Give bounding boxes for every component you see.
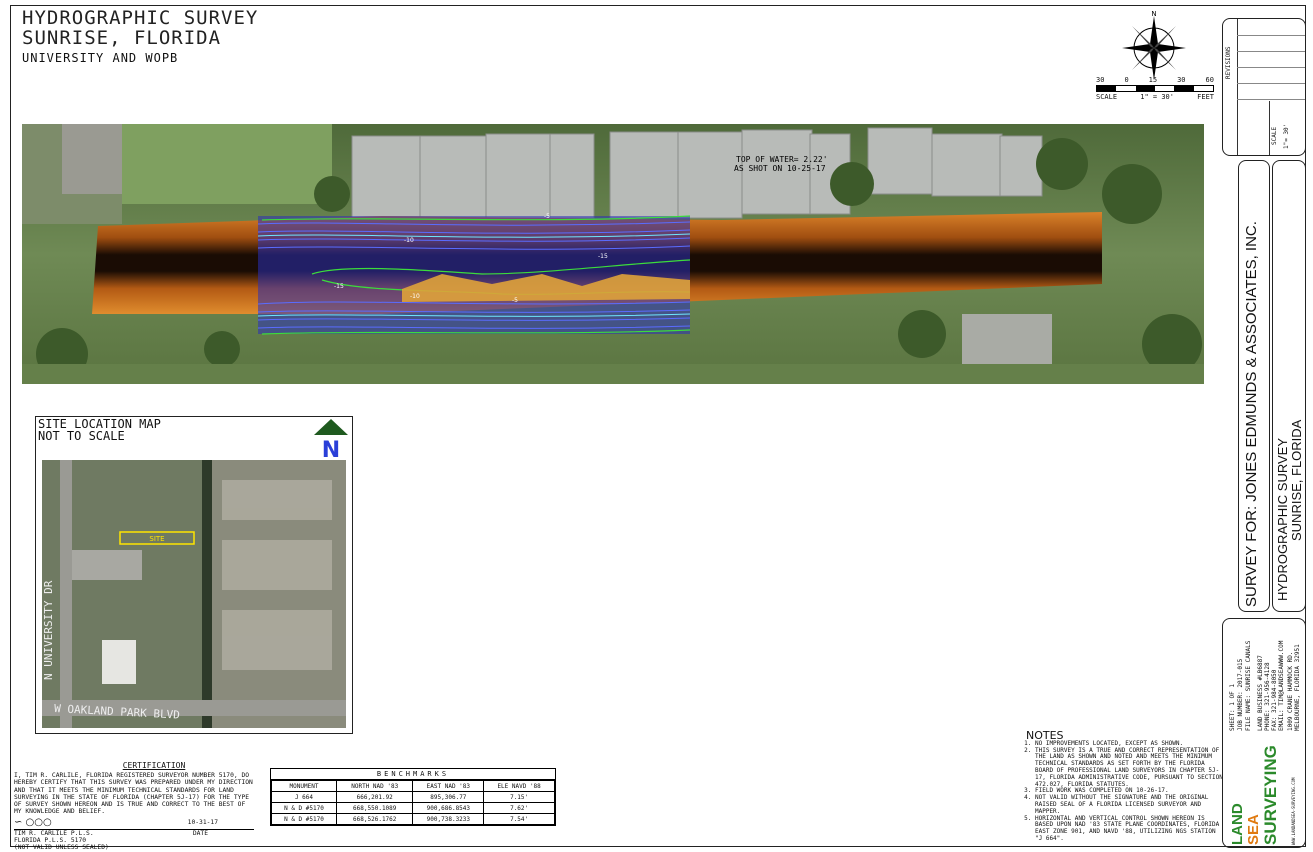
table-row: N & D #5170 668,526.1762 900,738.3233 7.… [271,813,555,825]
project-box: HYDROGRAPHIC SURVEY SUNRISE, FLORIDA [1272,160,1306,612]
table-cell: 668,526.1762 [335,813,414,825]
certification-heading: CERTIFICATION [122,761,186,770]
surveyor-registration: FLORIDA P.L.S. 5170 [14,836,87,844]
survey-for-box: SURVEY FOR: JONES EDMUNDS & ASSOCIATES, … [1238,160,1270,612]
certification-date: 10-31-17 [187,819,218,827]
site-marker-label: SITE [149,535,164,543]
scale-title-label: SCALE [1271,126,1278,145]
scale-ratio: 1" = 30' [1140,93,1174,101]
aerial-survey-image: TOP OF WATER= 2.22' AS SHOT ON 10-25-17 … [22,124,1204,384]
certification-block: CERTIFICATION I, TIM R. CARLILE, FLORIDA… [14,761,254,852]
table-cell: 895,306.77 [412,791,485,803]
table-cell: 7.15' [483,791,555,803]
site-map-subtitle: NOT TO SCALE [38,429,125,443]
signature-mark: ∽ ○○○ [14,817,52,829]
north-arrow-icon: N [314,419,348,459]
date-label: DATE [192,829,208,837]
table-cell: 7.54' [483,813,555,825]
notes-heading: NOTES [1026,729,1064,742]
firm-info-box: SHEET: 1 OF 1 JOB NUMBER: 2017-015 FILE … [1222,618,1306,848]
benchmarks-col-header: NORTH NAD '83 [335,780,414,792]
north-n-label: N [322,438,340,459]
email: EMAIL: TIM@LANDSEAWWW.COM [1278,640,1285,731]
scale-bar: 30 0 15 30 60 SCALE 1" = 30' FEET [1096,76,1214,101]
benchmarks-col-header: ELE NAVD '88 [483,780,555,792]
scale-numbers: 30 0 15 30 60 [1096,76,1214,84]
firm-website: WWW.LANDANDSEA-SURVEYING.COM [1291,777,1296,845]
contour-label: -5 [544,213,550,220]
logo-surveying: SURVEYING [1261,745,1280,845]
phone: PHONE: 321-956-4128 [1264,662,1271,731]
sheet-number: SHEET: 1 OF 1 [1229,684,1236,731]
note-item: HORIZONTAL AND VERTICAL CONTROL SHOWN HE… [1035,815,1226,843]
table-cell: 900,738.3233 [412,813,485,825]
address-line-1: 1009 CRANE HAMMOCK RD. [1287,651,1294,731]
compass-n-label: N [1151,10,1156,18]
firm-logo: LAND SEA SURVEYING WWW.LANDANDSEA-SURVEY… [1229,737,1303,847]
logo-sea: SEA [1245,814,1262,845]
note-item: THIS SURVEY IS A TRUE AND CORRECT REPRES… [1035,747,1226,789]
table-cell: N & D #5170 [271,813,337,825]
compass-north-arrow-icon: N [1122,10,1186,80]
table-cell: 668,550.1089 [335,802,414,814]
scale-bar-graphic [1096,85,1214,92]
not-valid-note: (NOT VALID UNLESS SEALED) [14,844,109,852]
top-of-water-label: TOP OF WATER= 2.22' [736,155,828,164]
drawing-title: HYDROGRAPHIC SURVEY SUNRISE, FLORIDA UNI… [22,8,258,66]
scale-num: 15 [1148,76,1158,84]
file-name: FILE NAME: SUNRISE CANALS [1245,640,1252,731]
road-label-university: N UNIVERSITY DR [42,580,55,680]
scale-num: 30 [1096,76,1105,84]
benchmarks-table: BENCHMARKS MONUMENT NORTH NAD '83 EAST N… [270,768,556,826]
contour-label: -5 [512,297,518,304]
contour-label: -10 [404,237,414,244]
table-cell: N & D #5170 [271,802,337,814]
benchmarks-title: BENCHMARKS [271,769,555,780]
survey-for-client: SURVEY FOR: JONES EDMUNDS & ASSOCIATES, … [1243,221,1260,607]
revisions-box: REVISIONS SCALE 1"= 30' [1222,18,1306,156]
benchmarks-col-header: MONUMENT [271,780,337,792]
scale-num: 60 [1205,76,1214,84]
revisions-label: REVISIONS [1225,46,1232,79]
site-map-aerial: SITE N UNIVERSITY DR W OAKLAND PARK BLVD [42,460,346,728]
scale-label: SCALE [1096,93,1118,101]
scale-value: 1"= 30' [1283,123,1290,149]
note-item: NOT VALID WITHOUT THE SIGNATURE AND THE … [1035,794,1226,815]
table-cell: 7.62' [483,802,555,814]
land-business-number: LAND BUSINESS #LB6887 [1257,655,1264,731]
scale-num: 0 [1124,76,1129,84]
scale-unit: FEET [1197,93,1214,101]
title-block: REVISIONS SCALE 1"= 30' SURVEY FOR: JONE… [1222,14,1306,848]
title-line-2: SUNRISE, FLORIDA [22,27,222,49]
fax: FAX: 321-984-8050 [1271,669,1278,731]
benchmarks-col-header: EAST NAD '83 [412,780,485,792]
table-row: J 664 666,201.92 895,306.77 7.15' [271,791,555,803]
table-cell: J 664 [271,791,337,803]
contour-label: -15 [334,283,344,290]
title-line-3: UNIVERSITY AND WOPB [22,51,179,65]
surveyor-name: TIM R. CARLILE P.L.S. [14,829,94,837]
scale-num: 30 [1177,76,1186,84]
address-line-2: MELBOURNE, FLORIDA 32951 [1294,644,1301,731]
notes-block: NOTES NO IMPROVEMENTS LOCATED, EXCEPT AS… [1026,729,1226,843]
contour-label: -10 [410,293,420,300]
site-location-map: SITE LOCATION MAP NOT TO SCALE N SITE N … [35,416,353,734]
table-row: N & D #5170 668,550.1089 900,686.8543 7.… [271,802,555,814]
table-cell: 900,686.8543 [412,802,485,814]
project-title-2: SUNRISE, FLORIDA [1289,419,1304,541]
contour-label: -15 [598,253,608,260]
title-line-1: HYDROGRAPHIC SURVEY [22,7,259,29]
project-title-1: HYDROGRAPHIC SURVEY [1275,437,1290,601]
table-cell: 666,201.92 [335,791,414,803]
logo-land: LAND [1229,803,1246,845]
certification-text: I, TIM R. CARLILE, FLORIDA REGISTERED SU… [14,772,253,816]
shot-date-label: AS SHOT ON 10-25-17 [734,164,826,173]
job-number: JOB NUMBER: 2017-015 [1237,658,1244,731]
